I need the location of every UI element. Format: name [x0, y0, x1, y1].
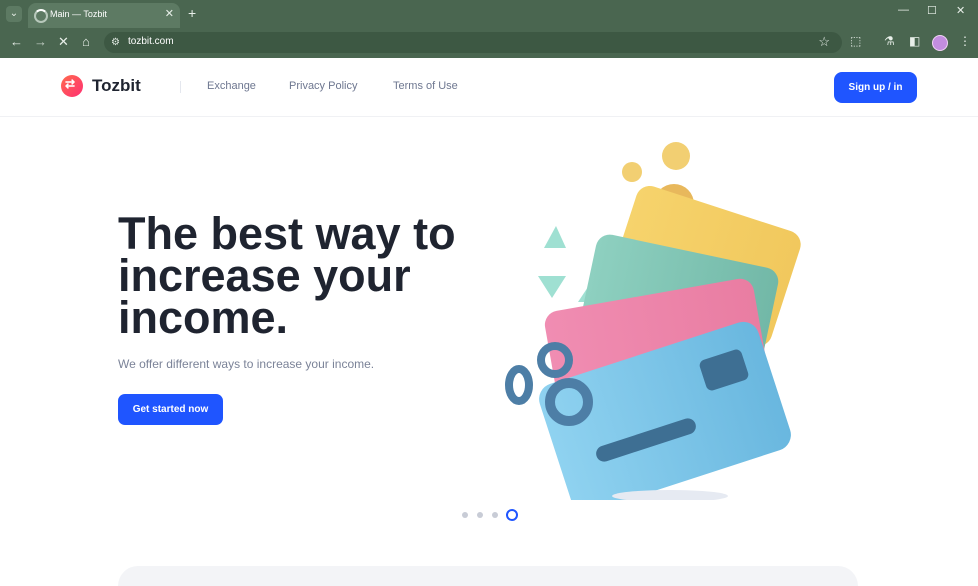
nav-divider: [180, 81, 181, 93]
tozbit-logo-icon[interactable]: [61, 75, 83, 97]
nav-link-exchange[interactable]: Exchange: [207, 80, 256, 92]
get-started-button[interactable]: Get started now: [118, 394, 223, 425]
home-icon[interactable]: ⌂: [82, 34, 90, 50]
loading-spinner-icon: [34, 9, 48, 23]
headline-line-3: income.: [118, 292, 289, 343]
headline-line-1: The best way to: [118, 208, 456, 259]
browser-tab[interactable]: Main — Tozbit ✕: [28, 3, 180, 28]
carousel-dot[interactable]: [462, 512, 468, 518]
bookmark-star-icon[interactable]: ☆: [818, 34, 830, 50]
carousel-dot[interactable]: [477, 512, 483, 518]
brand-name[interactable]: Tozbit: [92, 76, 141, 96]
side-panel-icon[interactable]: ◧: [909, 34, 920, 48]
tab-search-icon[interactable]: ⌄: [6, 6, 22, 22]
extensions-icon[interactable]: ⬚: [850, 34, 861, 48]
maximize-button[interactable]: ☐: [927, 4, 937, 17]
carousel-dots: [458, 508, 528, 522]
headline-line-2: increase your: [118, 250, 411, 301]
tab-close-icon[interactable]: ✕: [165, 7, 174, 20]
next-section-card: [118, 566, 858, 586]
hero-subtext: We offer different ways to increase your…: [118, 357, 375, 371]
close-window-button[interactable]: ✕: [956, 4, 965, 17]
labs-flask-icon[interactable]: ⚗: [884, 34, 895, 48]
sign-up-button[interactable]: Sign up / in: [834, 72, 917, 103]
site-navbar: Tozbit Exchange Privacy Policy Terms of …: [0, 58, 978, 117]
profile-avatar[interactable]: [932, 35, 948, 51]
address-bar[interactable]: ⚙ tozbit.com ☆: [104, 32, 842, 53]
browser-window: ⌄ Main — Tozbit ✕ + — ☐ ✕ ← → ✕ ⌂ ⚙ tozb…: [0, 0, 978, 58]
url-text[interactable]: tozbit.com: [128, 36, 174, 47]
back-icon[interactable]: ←: [10, 34, 23, 50]
new-tab-button[interactable]: +: [188, 6, 196, 20]
stop-loading-icon[interactable]: ✕: [58, 34, 69, 50]
carousel-dot-active[interactable]: [506, 509, 518, 521]
site-info-icon[interactable]: ⚙: [111, 37, 120, 48]
minimize-button[interactable]: —: [898, 4, 909, 16]
web-page: Tozbit Exchange Privacy Policy Terms of …: [0, 58, 978, 586]
forward-icon[interactable]: →: [34, 34, 47, 50]
tab-title: Main — Tozbit: [50, 9, 107, 19]
hero-headline: The best way to increase your income.: [118, 208, 498, 343]
more-menu-icon[interactable]: ⋮: [959, 34, 971, 48]
nav-link-terms-of-use[interactable]: Terms of Use: [393, 80, 458, 92]
nav-link-privacy-policy[interactable]: Privacy Policy: [289, 80, 357, 92]
carousel-dot[interactable]: [492, 512, 498, 518]
tab-bar: ⌄ Main — Tozbit ✕ + — ☐ ✕: [0, 0, 978, 28]
credit-cards-illustration: [505, 142, 801, 500]
